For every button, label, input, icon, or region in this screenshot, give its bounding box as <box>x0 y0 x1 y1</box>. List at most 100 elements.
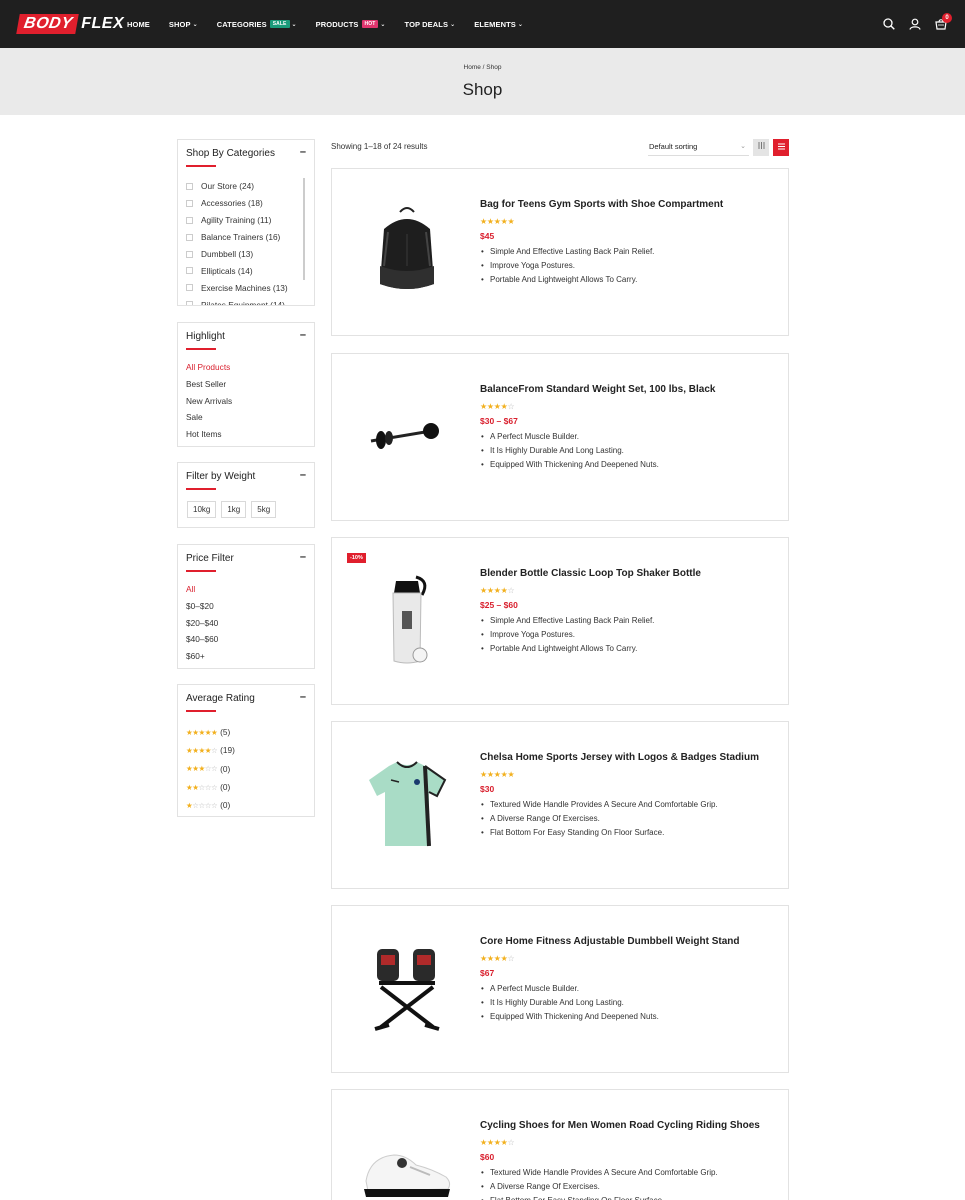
category-item[interactable]: Agility Training (11) <box>186 212 306 229</box>
collapse-icon[interactable]: – <box>300 329 306 341</box>
widget-title-underline <box>186 570 216 572</box>
highlight-item[interactable]: New Arrivals <box>186 396 232 413</box>
checkbox[interactable] <box>186 301 193 305</box>
rating-stars: ★★★★☆ <box>480 402 780 411</box>
category-scrollbar[interactable] <box>303 178 305 280</box>
product-title[interactable]: BalanceFrom Standard Weight Set, 100 lbs… <box>480 384 780 395</box>
nav-badge: HOT <box>361 20 379 28</box>
feature-item: It Is Highly Durable And Long Lasting. <box>480 446 780 460</box>
search-icon[interactable] <box>883 18 895 30</box>
sort-select[interactable]: Default sorting ⌄ <box>648 140 749 156</box>
user-icon[interactable] <box>909 18 921 30</box>
nav-item[interactable]: CATEGORIES SALE ⌄ <box>217 20 297 29</box>
grid-view-button[interactable] <box>753 139 769 156</box>
checkbox[interactable] <box>186 267 193 275</box>
checkbox[interactable] <box>186 250 193 258</box>
price-option[interactable]: $60+ <box>186 651 218 668</box>
product-card[interactable]: Bag for Teens Gym Sports with Shoe Compa… <box>331 168 789 336</box>
nav-label: ELEMENTS <box>474 19 516 29</box>
product-title[interactable]: Core Home Fitness Adjustable Dumbbell We… <box>480 936 780 947</box>
rating-filter-item[interactable]: ★★★★★ (5) <box>186 723 235 741</box>
product-card[interactable]: Chelsa Home Sports Jersey with Logos & B… <box>331 721 789 889</box>
widget-title: Filter by Weight <box>186 471 256 482</box>
category-label: Dumbbell (13) <box>201 249 254 259</box>
nav-item[interactable]: TOP DEALS ⌄ <box>405 20 456 29</box>
category-item[interactable]: Our Store (24) <box>186 178 306 195</box>
nav-item[interactable]: HOME <box>127 20 150 29</box>
site-logo[interactable]: BODY FLEX <box>16 13 124 35</box>
product-title[interactable]: Bag for Teens Gym Sports with Shoe Compa… <box>480 199 780 210</box>
product-image[interactable] <box>352 374 462 499</box>
product-card[interactable]: Cycling Shoes for Men Women Road Cycling… <box>331 1089 789 1200</box>
checkbox[interactable] <box>186 284 193 292</box>
checkbox[interactable] <box>186 216 193 224</box>
highlight-item[interactable]: Sale <box>186 412 232 429</box>
nav-item[interactable]: PRODUCTS HOT ⌄ <box>316 20 386 29</box>
list-view-button[interactable] <box>773 139 789 156</box>
star-empty-icon: ☆ <box>507 1138 515 1147</box>
price-option[interactable]: $40–$60 <box>186 634 218 651</box>
category-item[interactable]: Balance Trainers (16) <box>186 229 306 246</box>
rating-filter-item[interactable]: ★★★☆☆ (0) <box>186 760 235 778</box>
nav-item[interactable]: ELEMENTS ⌄ <box>474 20 523 29</box>
checkbox[interactable] <box>186 199 193 207</box>
feature-item: A Perfect Muscle Builder. <box>480 984 780 998</box>
star-filled-icon: ★ <box>500 402 508 411</box>
star-filled-icon: ★ <box>480 954 487 963</box>
widget-weight: Filter by Weight – 10kg 1kg 5kg <box>177 462 315 528</box>
rating-filter-item[interactable]: ★★★★☆ (19) <box>186 741 235 759</box>
weight-option[interactable]: 10kg <box>187 501 217 518</box>
product-image[interactable] <box>352 558 462 683</box>
category-item[interactable]: Pilates Equipment (14) <box>186 296 306 305</box>
highlight-item[interactable]: Hot Items <box>186 429 232 446</box>
category-item[interactable]: Ellipticals (14) <box>186 262 306 279</box>
list-icon <box>777 143 785 150</box>
checkbox[interactable] <box>186 233 193 241</box>
product-card[interactable]: -10% Blender Bottle Classic Loop Top Shak… <box>331 537 789 705</box>
rating-filter-item[interactable]: ★★☆☆☆ (0) <box>186 778 235 796</box>
category-item[interactable]: Accessories (18) <box>186 195 306 212</box>
product-features: Textured Wide Handle Provides A Secure A… <box>480 800 780 841</box>
highlight-item[interactable]: Best Seller <box>186 379 232 396</box>
price-option[interactable]: $20–$40 <box>186 618 218 635</box>
highlight-item[interactable]: All Products <box>186 362 232 379</box>
star-filled-icon: ★ <box>493 402 501 411</box>
product-info: Core Home Fitness Adjustable Dumbbell We… <box>480 936 780 1025</box>
collapse-icon[interactable]: – <box>300 469 306 481</box>
star-filled-icon: ★ <box>486 402 494 411</box>
category-item[interactable]: Exercise Machines (13) <box>186 279 306 296</box>
rating-count: (5) <box>220 727 231 738</box>
weight-options: 10kg 1kg 5kg <box>187 501 281 518</box>
star-filled-icon: ★ <box>500 1138 508 1147</box>
product-card[interactable]: Core Home Fitness Adjustable Dumbbell We… <box>331 905 789 1073</box>
product-image[interactable] <box>352 926 462 1051</box>
breadcrumb[interactable]: Home / Shop <box>0 64 965 71</box>
cart-count-badge: 0 <box>942 13 952 23</box>
product-title[interactable]: Blender Bottle Classic Loop Top Shaker B… <box>480 568 780 579</box>
rating-stars: ★★★★★ <box>186 728 218 737</box>
star-empty-icon: ☆ <box>210 745 218 755</box>
weight-option[interactable]: 1kg <box>221 501 247 518</box>
product-image[interactable] <box>352 189 462 314</box>
rating-count: (0) <box>220 763 231 774</box>
product-image[interactable] <box>352 1110 462 1200</box>
rating-stars: ★☆☆☆☆ <box>186 801 218 810</box>
collapse-icon[interactable]: – <box>300 551 306 563</box>
product-card[interactable]: BalanceFrom Standard Weight Set, 100 lbs… <box>331 353 789 521</box>
rating-filter-item[interactable]: ★☆☆☆☆ (0) <box>186 796 235 814</box>
price-option[interactable]: All <box>186 584 218 601</box>
price-option[interactable]: $0–$20 <box>186 601 218 618</box>
category-item[interactable]: Dumbbell (13) <box>186 246 306 263</box>
product-image[interactable] <box>352 742 462 867</box>
category-label: Pilates Equipment (14) <box>201 299 285 305</box>
feature-item: Equipped With Thickening And Deepened Nu… <box>480 460 780 474</box>
product-title[interactable]: Chelsa Home Sports Jersey with Logos & B… <box>480 752 780 763</box>
collapse-icon[interactable]: – <box>300 691 306 703</box>
site-header: BODY FLEX HOME SHOP ⌄ CATEGORIES SALE ⌄ PRODUC… <box>0 0 965 48</box>
cart-icon[interactable]: 0 <box>935 13 952 30</box>
weight-option[interactable]: 5kg <box>251 501 277 518</box>
product-features: Textured Wide Handle Provides A Secure A… <box>480 1168 780 1200</box>
checkbox[interactable] <box>186 182 193 190</box>
product-title[interactable]: Cycling Shoes for Men Women Road Cycling… <box>480 1120 780 1131</box>
nav-item[interactable]: SHOP ⌄ <box>169 20 198 29</box>
